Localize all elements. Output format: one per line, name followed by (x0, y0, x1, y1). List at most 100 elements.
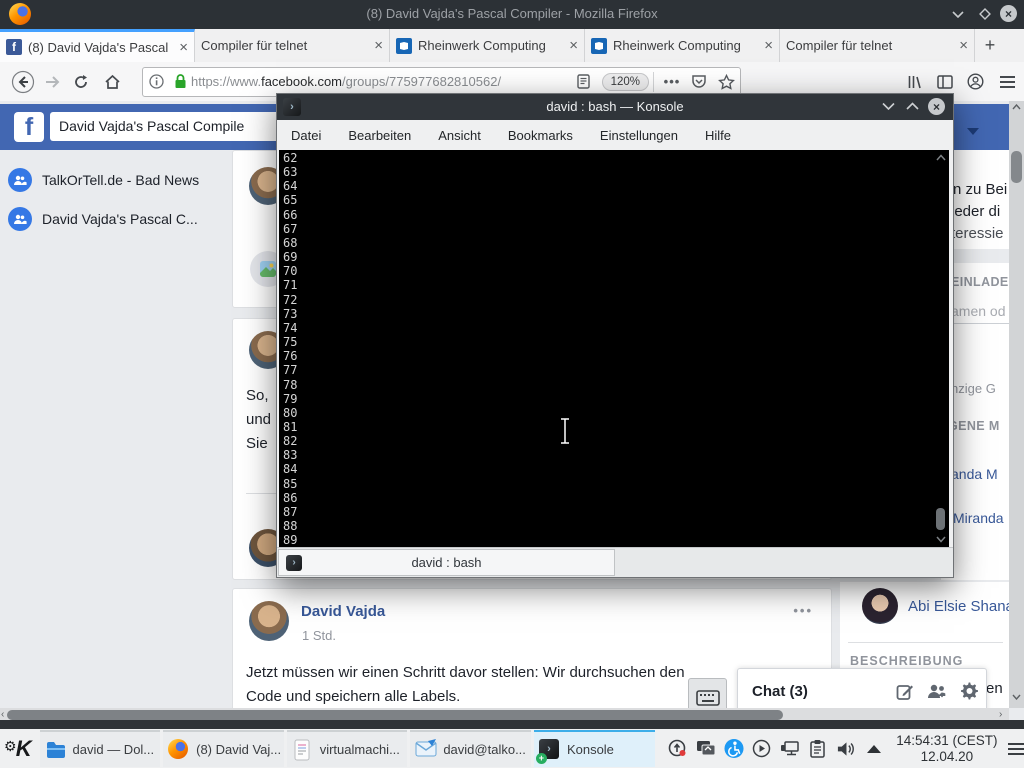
panel-top-border (0, 720, 1024, 729)
application-launcher-button[interactable]: ⚙ K (0, 729, 40, 768)
desktop: (8) David Vajda's Pascal Compiler - Mozi… (0, 0, 1024, 768)
konsole-titlebar[interactable]: › david : bash — Konsole × (277, 94, 953, 120)
keyboard-icon (696, 690, 720, 706)
clock-time: 14:54:31 (CEST) (892, 733, 1003, 749)
new-tab-button[interactable]: + (975, 29, 1005, 62)
terminal-output[interactable]: 62 63 64 65 66 67 68 69 70 71 72 73 74 7… (279, 150, 933, 547)
back-button[interactable] (8, 70, 38, 94)
facebook-logo[interactable]: f (14, 112, 44, 142)
hamburger-menu-icon[interactable] (990, 76, 1024, 88)
account-menu-chevron-icon[interactable] (967, 128, 979, 135)
volume-icon[interactable] (836, 739, 856, 759)
bookmark-star-icon[interactable] (712, 74, 740, 90)
task-firefox[interactable]: (8) David Vaj... (163, 730, 284, 767)
mail-icon (415, 739, 437, 761)
close-button[interactable]: × (1000, 5, 1017, 22)
library-icon[interactable] (900, 74, 930, 90)
tab-rheinwerk-1[interactable]: Rheinwerk Computing × (390, 29, 585, 62)
post-timestamp[interactable]: 1 Std. (302, 628, 336, 643)
task-mail[interactable]: david@talko... (410, 730, 531, 767)
member-link[interactable]: anda M (951, 466, 998, 482)
scroll-up-arrow[interactable] (1012, 104, 1021, 110)
updates-icon[interactable] (668, 739, 688, 759)
accessibility-icon[interactable] (724, 739, 744, 759)
zoom-level-button[interactable]: 120% (602, 73, 649, 91)
member-link[interactable]: Miranda (953, 510, 1004, 526)
post-text-fragment: und (246, 411, 271, 428)
right-text-fragment: leder di (951, 203, 1000, 220)
horizontal-scrollbar-thumb[interactable] (7, 710, 783, 720)
chat-label[interactable]: Chat (3) (752, 683, 808, 700)
panel-menu-icon[interactable] (1008, 743, 1024, 755)
menu-hilfe[interactable]: Hilfe (705, 128, 731, 143)
tab-compiler-telnet-1[interactable]: Compiler für telnet × (195, 29, 390, 62)
close-button[interactable]: × (928, 98, 945, 115)
scroll-down-arrow[interactable] (1012, 694, 1021, 700)
post-author-link[interactable]: David Vajda (301, 603, 385, 620)
task-dolphin[interactable]: david — Dol... (40, 730, 161, 767)
add-contact-icon[interactable] (920, 683, 952, 700)
menu-einstellungen[interactable]: Einstellungen (600, 128, 678, 143)
scroll-right-arrow[interactable]: › (999, 709, 1002, 720)
vertical-scrollbar[interactable] (1009, 101, 1024, 708)
avatar[interactable] (862, 588, 898, 624)
menu-bookmarks[interactable]: Bookmarks (508, 128, 573, 143)
tab-close-icon[interactable]: × (764, 37, 773, 54)
url-bar[interactable]: https://www.facebook.com/groups/77597768… (142, 67, 741, 97)
tab-close-icon[interactable]: × (569, 37, 578, 54)
home-button[interactable] (96, 74, 128, 90)
sidebar-item-pascal-group[interactable]: David Vajda's Pascal C... (0, 200, 230, 238)
https-lock-icon[interactable] (169, 74, 191, 89)
digital-clock[interactable]: 14:54:31 (CEST) 12.04.20 (892, 733, 1003, 765)
scroll-up-arrow[interactable] (936, 154, 946, 161)
reader-mode-icon[interactable] (572, 74, 596, 89)
minimize-button[interactable] (949, 5, 967, 23)
tab-close-icon[interactable]: × (374, 37, 383, 54)
terminal-scrollbar[interactable] (933, 150, 949, 547)
virtual-keyboard-button[interactable] (688, 678, 727, 708)
vertical-scrollbar-thumb[interactable] (1011, 151, 1022, 183)
tab-facebook-group[interactable]: f (8) David Vajda's Pascal × (0, 29, 195, 62)
forward-button[interactable] (38, 75, 66, 89)
url-text[interactable]: https://www.facebook.com/groups/77597768… (191, 74, 501, 89)
task-texteditor[interactable]: virtualmachi... (287, 730, 408, 767)
page-actions-icon[interactable]: ••• (658, 74, 686, 89)
pocket-icon[interactable] (686, 74, 712, 89)
tab-compiler-telnet-2[interactable]: Compiler für telnet × (780, 29, 975, 62)
tab-close-icon[interactable]: × (959, 37, 968, 54)
menu-datei[interactable]: Datei (291, 128, 321, 143)
task-konsole[interactable]: › + Konsole (534, 730, 655, 767)
chat-settings-gear-icon[interactable] (952, 682, 986, 701)
tray-expander-icon[interactable] (864, 739, 884, 759)
chat-bar[interactable]: Chat (3) (737, 668, 987, 708)
media-player-icon[interactable] (752, 739, 772, 759)
tab-rheinwerk-2[interactable]: Rheinwerk Computing × (585, 29, 780, 62)
menu-ansicht[interactable]: Ansicht (438, 128, 481, 143)
post-more-options-icon[interactable]: ••• (793, 603, 813, 618)
tab-close-icon[interactable]: × (179, 39, 188, 56)
invite-name-input[interactable]: amen od (951, 303, 1009, 324)
avatar[interactable] (249, 601, 289, 641)
new-message-icon[interactable] (890, 683, 920, 701)
network-icon[interactable] (780, 739, 800, 759)
sidebar-item-talkortell[interactable]: TalkOrTell.de - Bad News (0, 161, 230, 199)
group-icon (8, 168, 32, 192)
menu-bearbeiten[interactable]: Bearbeiten (348, 128, 411, 143)
urlbar-separator (653, 72, 654, 92)
account-icon[interactable] (960, 73, 990, 90)
clipboard-icon[interactable] (808, 739, 828, 759)
virtual-machine-icon[interactable] (696, 739, 716, 759)
page-info-icon[interactable] (143, 74, 169, 89)
konsole-tab[interactable]: david : bash › (278, 549, 615, 576)
maximize-button[interactable] (976, 5, 994, 23)
scroll-down-arrow[interactable] (936, 536, 946, 543)
reload-button[interactable] (66, 74, 96, 90)
minimize-button[interactable] (882, 102, 895, 110)
terminal-scrollbar-thumb[interactable] (936, 508, 945, 530)
scroll-left-arrow[interactable]: ‹ (1, 709, 4, 720)
sidebars-icon[interactable] (930, 75, 960, 89)
maximize-button[interactable] (906, 102, 919, 110)
profile-link[interactable]: Abi Elsie Shana (908, 598, 1014, 615)
description-fragment: en (986, 680, 1003, 697)
rheinwerk-favicon (591, 38, 607, 54)
